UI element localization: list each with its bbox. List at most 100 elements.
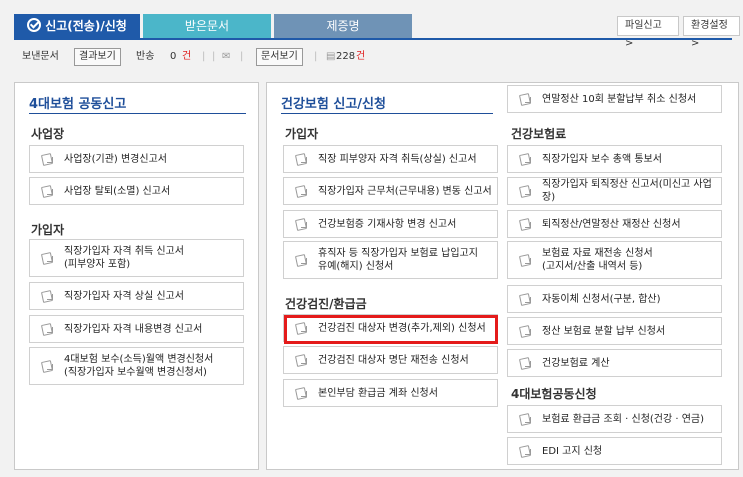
form-icon [518,412,534,426]
list-item-label: 정산 보험료 분할 납부 신청서 [542,325,666,337]
list-item-label: 직장가입자 자격 상실 신고서 [64,290,184,302]
result-view-button[interactable]: 결과보기 [74,48,121,66]
separator: | [240,51,244,62]
tab-report-send[interactable]: 신고(전송)/신청 [14,14,140,38]
list-item-label: 보험료 환급금 조회 · 신청(건강 · 연금) [542,413,705,425]
tab-certificate[interactable]: 제증명 [274,14,412,38]
separator: | [202,51,206,62]
form-icon [40,251,56,265]
section-title: 가입자 [285,127,319,141]
section-title: 4대보험공동신청 [511,387,597,401]
title-underline [29,113,246,114]
list-item[interactable]: 퇴직정산/연말정산 재정산 신청서 [507,210,722,238]
env-settings-button[interactable]: 환경설정 > [683,16,740,49]
sent-docs-label: 보낸문서 [22,51,59,62]
tab-received-docs[interactable]: 받은문서 [143,14,271,38]
separator: | [314,51,318,62]
list-item[interactable]: 본인부담 환급금 계좌 신청서 [283,379,498,407]
health-insurance-title: 건강보험 신고/신청 [281,97,386,112]
list-item[interactable]: 정산 보험료 분할 납부 신청서 [507,317,722,345]
list-item-label: 직장 피부양자 자격 취득(상실) 신고서 [318,153,477,165]
tab-certificate-label: 제증명 [326,19,360,33]
list-item-label: 건강검진 대상자 명단 재전송 신청서 [318,354,469,366]
list-item-label: 휴직자 등 직장가입자 보험료 납입고지 유예(해지) 신청서 [318,248,478,272]
list-item-label: 직장가입자 자격 취득 신고서 (피부양자 포함) [64,246,184,270]
common-report-panel: 4대보험 공동신고 사업장 사업장(기관) 변경신고서 사업장 탈퇴(소멸) 신… [14,82,259,470]
doc-view-button[interactable]: 문서보기 [256,48,303,66]
form-icon [40,322,56,336]
form-icon [294,253,310,267]
file-report-button[interactable]: 파일신고 > [617,16,679,49]
form-icon [294,217,310,231]
list-item[interactable]: 직장가입자 근무처(근무내용) 변동 신고서 [283,177,498,205]
tab-received-docs-label: 받은문서 [184,19,230,33]
form-icon [518,444,534,458]
list-item[interactable]: 사업장 탈퇴(소멸) 신고서 [29,177,244,205]
separator: | [212,51,216,62]
list-item[interactable]: 보험료 자료 재전송 신청서 (고지서/산출 내역서 등) [507,241,722,279]
list-item-label: 퇴직정산/연말정산 재정산 신청서 [542,218,681,230]
form-icon [518,92,534,106]
list-item-label: 연말정산 10회 분할납부 취소 신청서 [542,93,697,105]
section-title: 건강보험료 [511,127,567,141]
list-item[interactable]: 직장가입자 자격 상실 신고서 [29,282,244,310]
list-item-label: 직장가입자 보수 총액 통보서 [542,153,662,165]
list-item[interactable]: 건강보험증 기재사항 변경 신고서 [283,210,498,238]
list-item[interactable]: 직장 피부양자 자격 취득(상실) 신고서 [283,145,498,173]
list-item[interactable]: 사업장(기관) 변경신고서 [29,145,244,173]
common-report-title: 4대보험 공동신고 [29,97,127,112]
doc-count-unit: 건 [356,51,366,62]
list-item-label: 직장가입자 자격 내용변경 신고서 [64,323,203,335]
list-item-label: 4대보험 보수(소득)월액 변경신청서 (직장가입자 보수월액 변경신청서) [64,354,214,378]
list-item-label: EDI 고지 신청 [542,445,603,457]
form-icon [294,184,310,198]
list-item[interactable]: 직장가입자 보수 총액 통보서 [507,145,722,173]
list-item-label: 본인부담 환급금 계좌 신청서 [318,387,438,399]
highlight-box [284,315,498,344]
title-underline [281,113,493,114]
list-item[interactable]: 연말정산 10회 분할납부 취소 신청서 [507,85,722,113]
list-item-label: 사업장 탈퇴(소멸) 신고서 [64,185,171,197]
returned-label: 반송 [136,51,155,62]
list-item[interactable]: 직장가입자 퇴직정산 신고서(미신고 사업장) [507,177,722,205]
document-icon: ▤ [326,51,336,62]
list-item[interactable]: 직장가입자 자격 취득 신고서 (피부양자 포함) [29,239,244,277]
list-item[interactable]: 4대보험 보수(소득)월액 변경신청서 (직장가입자 보수월액 변경신청서) [29,347,244,385]
list-item-label: 직장가입자 퇴직정산 신고서(미신고 사업장) [542,179,712,203]
list-item[interactable]: 보험료 환급금 조회 · 신청(건강 · 연금) [507,405,722,433]
form-icon [294,386,310,400]
form-icon [294,353,310,367]
returned-unit: 건 [182,51,192,62]
list-item[interactable]: 직장가입자 자격 내용변경 신고서 [29,315,244,343]
section-title: 가입자 [31,223,65,237]
sub-toolbar: 보낸문서 결과보기 반송 0 건 | | ✉ | 문서보기 | ▤ 228 건 [14,44,732,70]
mail-icon[interactable]: ✉ [222,48,230,66]
list-item[interactable]: 건강보험료 계산 [507,349,722,377]
list-item-label: 보험료 자료 재전송 신청서 (고지서/산출 내역서 등) [542,248,653,272]
list-item[interactable]: 자동이체 신청서(구분, 합산) [507,285,722,313]
form-icon [40,359,56,373]
list-item[interactable]: 건강검진 대상자 명단 재전송 신청서 [283,346,498,374]
section-title: 건강검진/환급금 [285,297,367,311]
form-icon [518,324,534,338]
returned-count: 0 [170,51,177,62]
health-insurance-panel: 건강보험 신고/신청 연말정산 10회 분할납부 취소 신청서 가입자 직장 피… [266,82,739,470]
form-icon [40,184,56,198]
form-icon [40,289,56,303]
check-circle-icon [27,18,42,32]
list-item-label: 건강보험증 기재사항 변경 신고서 [318,218,457,230]
list-item[interactable]: 휴직자 등 직장가입자 보험료 납입고지 유예(해지) 신청서 [283,241,498,279]
form-icon [294,152,310,166]
list-item-label: 직장가입자 근무처(근무내용) 변동 신고서 [318,185,492,197]
form-icon [518,217,534,231]
section-title: 사업장 [31,127,65,141]
list-item-label: 자동이체 신청서(구분, 합산) [542,293,661,305]
form-icon [518,356,534,370]
form-icon [518,152,534,166]
list-item[interactable]: EDI 고지 신청 [507,437,722,465]
form-icon [518,253,534,267]
form-icon [518,292,534,306]
list-item-label: 사업장(기관) 변경신고서 [64,153,167,165]
tab-report-send-label: 신고(전송)/신청 [45,19,127,33]
form-icon [40,152,56,166]
